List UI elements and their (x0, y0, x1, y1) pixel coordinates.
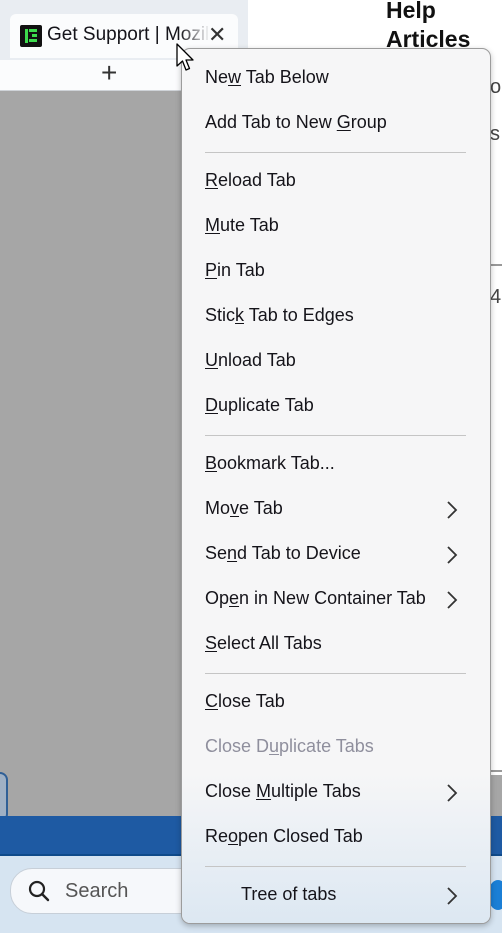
menu-item-label: Send Tab to Device (205, 543, 361, 563)
menu-separator (205, 866, 466, 867)
menu-item-stick-tab-to-edges[interactable]: Stick Tab to Edges (182, 295, 490, 339)
menu-item-label: Duplicate Tab (205, 395, 314, 415)
divider (490, 264, 502, 266)
menu-item-close-multiple-tabs[interactable]: Close Multiple Tabs (182, 771, 490, 815)
mouse-cursor-icon (176, 43, 194, 71)
menu-item-reload-tab[interactable]: Reload Tab (182, 160, 490, 204)
page-heading: Help Articles (386, 0, 471, 52)
menu-item-label: New Tab Below (205, 67, 329, 87)
menu-item-send-tab-to-device[interactable]: Send Tab to Device (182, 533, 490, 577)
close-icon[interactable]: ✕ (208, 24, 226, 46)
menu-item-add-tab-to-new-group[interactable]: Add Tab to New Group (182, 102, 490, 146)
plus-icon[interactable]: + (101, 59, 117, 87)
menu-item-label: Close Multiple Tabs (205, 781, 361, 801)
chevron-right-icon (447, 546, 458, 564)
menu-item-label: Bookmark Tab... (205, 453, 335, 473)
menu-item-label: Unload Tab (205, 350, 296, 370)
page-text-fragment: s (490, 123, 500, 145)
tab-context-menu: New Tab Below Add Tab to New Group Reloa… (181, 48, 491, 924)
menu-item-open-in-new-container-tab[interactable]: Open in New Container Tab (182, 578, 490, 622)
search-icon (28, 880, 50, 902)
menu-item-reopen-closed-tab[interactable]: Reopen Closed Tab (182, 816, 490, 860)
menu-item-pin-tab[interactable]: Pin Tab (182, 250, 490, 294)
chevron-right-icon (447, 501, 458, 519)
menu-item-mute-tab[interactable]: Mute Tab (182, 205, 490, 249)
menu-item-label: Reopen Closed Tab (205, 826, 363, 846)
chevron-right-icon (447, 784, 458, 802)
menu-separator (205, 435, 466, 436)
menu-item-label: Pin Tab (205, 260, 265, 280)
divider (490, 770, 502, 772)
menu-separator (205, 152, 466, 153)
chevron-right-icon (447, 887, 458, 905)
menu-item-tree-of-tabs[interactable]: Tree of tabs (182, 874, 490, 918)
page-text-fragment: o? (490, 76, 502, 98)
menu-item-label: Close Tab (205, 691, 285, 711)
menu-item-select-all-tabs[interactable]: Select All Tabs (182, 623, 490, 667)
menu-item-label: Open in New Container Tab (205, 588, 426, 608)
menu-item-label: Reload Tab (205, 170, 296, 190)
menu-item-move-tab[interactable]: Move Tab (182, 488, 490, 532)
menu-item-close-duplicate-tabs: Close Duplicate Tabs (182, 726, 490, 770)
menu-item-label: Close Duplicate Tabs (205, 736, 374, 756)
menu-separator (205, 673, 466, 674)
menu-item-label: Select All Tabs (205, 633, 322, 653)
menu-item-label: Stick Tab to Edges (205, 305, 354, 325)
menu-item-new-tab-below[interactable]: New Tab Below (182, 57, 490, 101)
menu-item-label: Mute Tab (205, 215, 279, 235)
menu-item-label: Add Tab to New Group (205, 112, 387, 132)
mozilla-favicon-icon (20, 25, 42, 47)
menu-item-unload-tab[interactable]: Unload Tab (182, 340, 490, 384)
menu-item-label: Move Tab (205, 498, 283, 518)
menu-item-close-tab[interactable]: Close Tab (182, 681, 490, 725)
menu-item-duplicate-tab[interactable]: Duplicate Tab (182, 385, 490, 429)
page-text-fragment: 49 (490, 286, 502, 308)
collapsed-panel-edge[interactable] (0, 772, 8, 822)
menu-item-bookmark-tab[interactable]: Bookmark Tab... (182, 443, 490, 487)
menu-item-label: Tree of tabs (241, 884, 337, 904)
chevron-right-icon (447, 591, 458, 609)
search-placeholder: Search (65, 880, 129, 902)
